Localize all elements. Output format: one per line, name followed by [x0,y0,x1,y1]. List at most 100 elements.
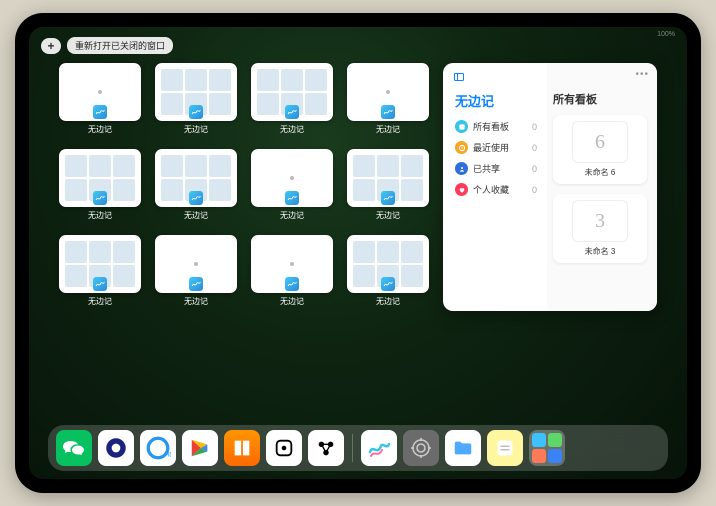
category-row[interactable]: 个人收藏 0 [455,183,537,196]
window-thumb [155,63,237,121]
window-label: 无边记 [88,124,112,135]
category-label: 个人收藏 [473,183,509,196]
board-thumb: 6 [572,121,628,163]
category-row[interactable]: 所有看板 0 [455,120,537,133]
window-label: 无边记 [88,296,112,307]
stage-sidebar: 无边记 所有看板 0 最近使用 0 已共享 0 个人收藏 0 [443,63,547,311]
category-count: 0 [532,164,537,174]
category-icon [455,162,468,175]
files-icon[interactable] [445,430,481,466]
window-thumb [251,149,333,207]
board-card[interactable]: 3 未命名 3 [553,194,647,263]
stage-window[interactable]: ••• 无边记 所有看板 0 最近使用 0 已共享 0 个人收藏 0 所有看板 6未命名 6 3… [443,63,657,311]
category-row[interactable]: 已共享 0 [455,162,537,175]
notes-icon[interactable] [487,430,523,466]
window-tile[interactable]: 无边记 [347,235,429,313]
freeform-app-icon [381,105,395,119]
status-bar: 100% [657,31,675,38]
qqbrowser-icon[interactable]: HD [140,430,176,466]
window-label: 无边记 [88,210,112,221]
window-tile[interactable]: 无边记 [59,149,141,227]
window-label: 无边记 [184,124,208,135]
category-label: 最近使用 [473,141,509,154]
window-label: 无边记 [280,124,304,135]
window-tile[interactable]: 无边记 [251,63,333,141]
top-bar: + 重新打开已关闭的窗口 [41,37,173,54]
window-tile[interactable]: 无边记 [251,149,333,227]
molecule-icon[interactable] [308,430,344,466]
category-icon [455,141,468,154]
freeform-app-icon [93,191,107,205]
reopen-closed-window-button[interactable]: 重新打开已关闭的窗口 [67,37,173,54]
window-thumb [59,149,141,207]
window-label: 无边记 [184,296,208,307]
freeform-app-icon [285,105,299,119]
board-name: 未命名 3 [559,246,641,257]
window-tile[interactable]: 无边记 [155,235,237,313]
window-thumb [347,235,429,293]
freeform-app-icon [189,105,203,119]
section-title: 所有看板 [553,91,647,107]
ipad-frame: 100% + 重新打开已关闭的窗口 无边记无边记无边记无边记无边记无边记无边记无… [15,13,701,493]
freeform-app-icon [285,191,299,205]
window-tile[interactable]: 无边记 [347,149,429,227]
board-card[interactable]: 6未命名 6 [553,115,647,184]
window-label: 无边记 [184,210,208,221]
window-thumb [347,63,429,121]
new-window-button[interactable]: + [41,38,61,54]
dock: HD [48,425,668,471]
window-thumb [251,63,333,121]
category-count: 0 [532,185,537,195]
window-label: 无边记 [280,296,304,307]
window-label: 无边记 [376,296,400,307]
window-grid: 无边记无边记无边记无边记无边记无边记无边记无边记无边记无边记无边记无边记 [59,63,429,423]
window-thumb [251,235,333,293]
app-title: 无边记 [455,91,537,110]
window-label: 无边记 [376,210,400,221]
quark-icon[interactable] [98,430,134,466]
window-tile[interactable]: 无边记 [59,235,141,313]
freeform-app-icon [93,105,107,119]
window-thumb [347,149,429,207]
freeform-app-icon [189,277,203,291]
app-library-icon[interactable] [529,430,565,466]
window-thumb [59,235,141,293]
window-thumb [59,63,141,121]
play-icon[interactable] [182,430,218,466]
board-thumb: 3 [572,200,628,242]
category-icon [455,183,468,196]
freeform-app-icon [285,277,299,291]
window-label: 无边记 [280,210,304,221]
category-row[interactable]: 最近使用 0 [455,141,537,154]
svg-text:HD: HD [165,452,172,459]
window-tile[interactable]: 无边记 [59,63,141,141]
window-thumb [155,235,237,293]
window-thumb [155,149,237,207]
window-label: 无边记 [376,124,400,135]
category-count: 0 [532,143,537,153]
freeform-app-icon [189,191,203,205]
dock-divider [352,434,353,462]
app-switcher: 无边记无边记无边记无边记无边记无边记无边记无边记无边记无边记无边记无边记 •••… [59,63,657,423]
stage-content: 所有看板 6未命名 6 3 未命名 3 [547,63,657,311]
settings-icon[interactable] [403,430,439,466]
battery-indicator: 100% [657,31,675,38]
dice-icon[interactable] [266,430,302,466]
ipad-screen: 100% + 重新打开已关闭的窗口 无边记无边记无边记无边记无边记无边记无边记无… [29,27,687,479]
freeform-app-icon [381,191,395,205]
category-icon [455,120,468,133]
wechat-icon[interactable] [56,430,92,466]
freeform-app-icon [381,277,395,291]
sidebar-icon[interactable] [453,71,465,83]
window-tile[interactable]: 无边记 [347,63,429,141]
more-icon[interactable]: ••• [635,69,649,80]
window-tile[interactable]: 无边记 [155,63,237,141]
freeform-app-icon [93,277,107,291]
freeform-icon[interactable] [361,430,397,466]
window-tile[interactable]: 无边记 [251,235,333,313]
category-label: 已共享 [473,162,500,175]
category-label: 所有看板 [473,120,509,133]
category-count: 0 [532,122,537,132]
books-icon[interactable] [224,430,260,466]
window-tile[interactable]: 无边记 [155,149,237,227]
